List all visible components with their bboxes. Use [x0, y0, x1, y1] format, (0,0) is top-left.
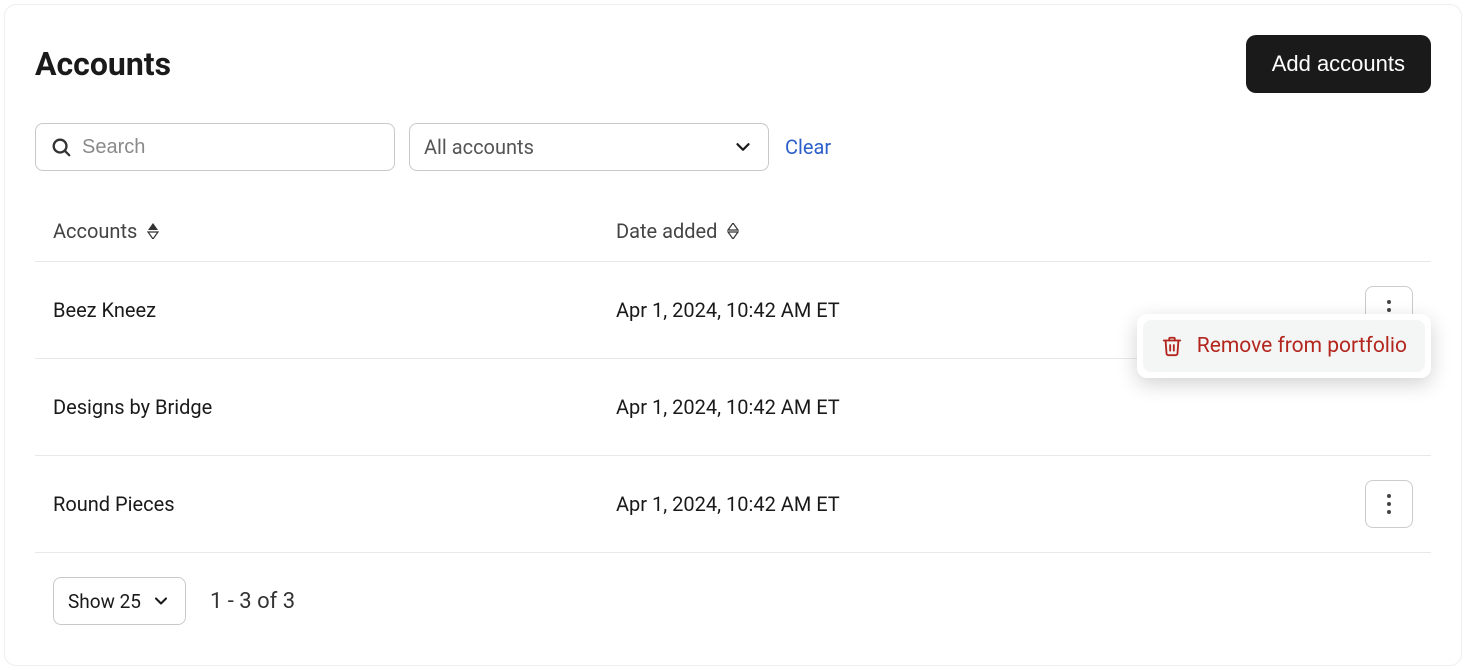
column-header-accounts-label: Accounts [53, 219, 137, 243]
remove-from-portfolio-label: Remove from portfolio [1197, 334, 1407, 358]
remove-from-portfolio-item[interactable]: Remove from portfolio [1143, 320, 1425, 372]
page-size-label: Show 25 [68, 590, 141, 613]
table-header: Accounts Date added [35, 207, 1431, 262]
accounts-filter-select[interactable]: All accounts [409, 123, 769, 171]
sort-icon [147, 223, 159, 239]
add-accounts-button[interactable]: Add accounts [1246, 35, 1431, 93]
header-row: Accounts Add accounts [35, 35, 1431, 93]
column-header-date-added[interactable]: Date added [616, 219, 1353, 243]
search-field[interactable] [35, 123, 395, 171]
account-name-cell: Beez Kneez [53, 298, 616, 322]
table-row: Round Pieces Apr 1, 2024, 10:42 AM ET [35, 456, 1431, 553]
row-actions-button[interactable] [1365, 480, 1413, 528]
chevron-down-icon [151, 591, 171, 611]
row-context-menu: Remove from portfolio [1137, 314, 1431, 378]
sort-icon [727, 223, 739, 239]
accounts-table: Accounts Date added Beez Kneez Apr 1, 20… [35, 207, 1431, 553]
trash-icon [1161, 335, 1183, 357]
search-input[interactable] [82, 136, 380, 159]
accounts-filter-label: All accounts [424, 135, 534, 159]
account-name-cell: Designs by Bridge [53, 395, 616, 419]
date-added-cell: Apr 1, 2024, 10:42 AM ET [616, 492, 1353, 516]
controls-row: All accounts Clear [35, 123, 1431, 171]
page-title: Accounts [35, 45, 171, 83]
date-added-cell: Apr 1, 2024, 10:42 AM ET [616, 395, 1353, 419]
clear-filters-link[interactable]: Clear [785, 135, 831, 159]
kebab-icon [1387, 494, 1391, 514]
column-header-accounts[interactable]: Accounts [53, 219, 616, 243]
accounts-panel: Accounts Add accounts All accounts Clear… [4, 4, 1462, 666]
table-row: Beez Kneez Apr 1, 2024, 10:42 AM ET Remo… [35, 262, 1431, 359]
pagination-info: 1 - 3 of 3 [210, 589, 295, 614]
search-icon [50, 136, 72, 158]
table-footer: Show 25 1 - 3 of 3 [35, 577, 1431, 625]
chevron-down-icon [732, 136, 754, 158]
account-name-cell: Round Pieces [53, 492, 616, 516]
column-header-date-added-label: Date added [616, 219, 717, 243]
page-size-select[interactable]: Show 25 [53, 577, 186, 625]
